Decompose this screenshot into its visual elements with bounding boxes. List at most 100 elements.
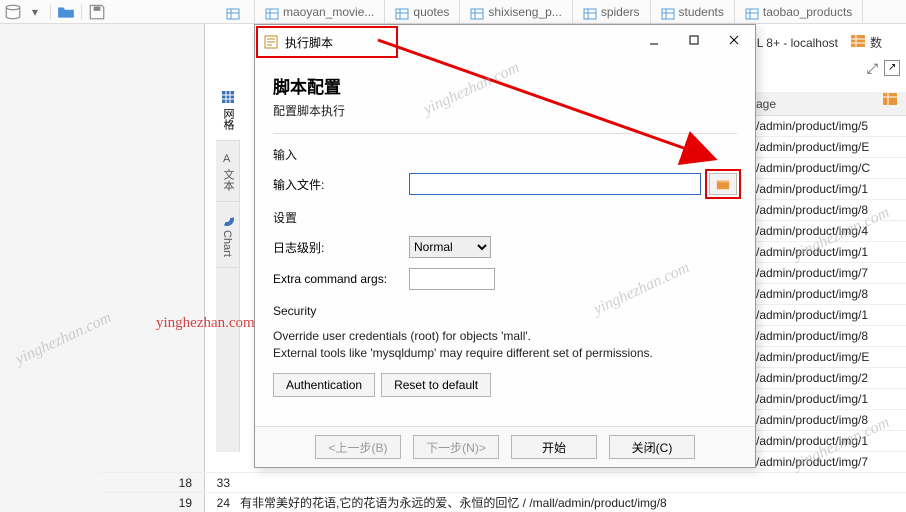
security-note: Override user credentials (root) for obj… [273,328,737,363]
table-row[interactable]: /admin/product/img/7 [752,263,906,284]
chevron-down-icon[interactable]: ▾ [26,3,44,21]
left-panel [0,24,205,512]
table-row[interactable]: /admin/product/img/2 [752,368,906,389]
table-row[interactable]: /admin/product/img/1 [752,431,906,452]
svg-text:A: A [223,153,231,165]
input-file-row: 输入文件: [273,173,737,195]
section-input-label: 输入 [273,146,737,163]
minimize-button[interactable] [637,27,671,53]
vtab-chart[interactable]: Chart [216,202,238,268]
row-idx: 19 [100,496,200,510]
table-icon [226,7,240,17]
divider [273,133,737,134]
tab-label: quotes [413,5,449,19]
extra-cmd-field[interactable] [409,268,495,290]
editor-tab[interactable]: maoyan_movie... [255,0,385,23]
vtab-grid-label: 网格 [220,108,236,130]
bottom-row-19[interactable]: 19 24 有非常美好的花语,它的花语为永远的爱、永恒的回忆 / /mall/a… [100,492,906,512]
text-icon: A [221,151,235,165]
table-row[interactable]: /admin/product/img/1 [752,389,906,410]
security-note-line2: External tools like 'mysqldump' may requ… [273,346,653,360]
section-security-label: Security [273,304,737,318]
dialog-titlebar [255,25,755,55]
right-iconbar: ⤢ [867,60,900,79]
table-icon [745,7,759,17]
section-settings-label: 设置 [273,209,737,226]
column-age-label: age [756,97,776,111]
editor-tabs: maoyan_movie... quotes shixiseng_p... spide… [216,0,906,24]
table-row[interactable]: /admin/product/img/1 [752,179,906,200]
table-icon [583,7,597,17]
extra-cmd-label: Extra command args: [273,272,401,286]
maximize-button[interactable] [677,27,711,53]
wizard-next-button[interactable]: 下一步(N)> [413,435,499,459]
close-button[interactable] [717,27,751,53]
security-buttons: Authentication Reset to default [273,373,737,397]
dialog-subheading: 配置脚本执行 [273,102,737,119]
security-note-line1: Override user credentials (root) for obj… [273,329,531,343]
table-row[interactable]: /admin/product/img/1 [752,305,906,326]
editor-tab[interactable]: spiders [573,0,651,23]
vtab-grid[interactable]: 网格 [216,80,240,141]
vtab-chart-label: Chart [221,230,233,257]
tab-label: students [679,5,724,19]
editor-tab[interactable]: students [651,0,735,23]
table-row[interactable]: /admin/product/img/8 [752,326,906,347]
table-icon [661,7,675,17]
tab-label: taobao_products [763,5,852,19]
editor-tab[interactable]: quotes [385,0,460,23]
fullscreen-icon[interactable] [884,60,900,79]
dialog-heading: 脚本配置 [273,73,737,98]
right-label: 数 [870,34,882,51]
table-row[interactable]: /admin/product/img/4 [752,221,906,242]
log-level-label: 日志级别: [273,239,401,256]
reset-default-button[interactable]: Reset to default [381,373,491,397]
row-idx: 18 [100,476,200,490]
input-file-field[interactable] [409,173,701,195]
orange-table-icon-2[interactable] [882,92,900,110]
wizard-button-bar: <上一步(B) 下一步(N)> 开始 关闭(C) [255,426,755,467]
expand-icon[interactable]: ⤢ [867,60,878,79]
wizard-prev-button[interactable]: <上一步(B) [315,435,401,459]
log-level-select[interactable]: Normal [409,236,491,258]
table-row[interactable]: /admin/product/img/5 [752,116,906,137]
table-row[interactable]: /admin/product/img/7 [752,452,906,473]
browse-file-button[interactable] [709,173,737,195]
folder-blue-icon[interactable] [57,3,75,21]
log-level-row: 日志级别: Normal [273,236,737,258]
table-icon [395,7,409,17]
row-txt: 有非常美好的花语,它的花语为永远的爱、永恒的回忆 / /mall/admin/p… [240,494,906,511]
db-icon[interactable] [4,3,22,21]
editor-tab[interactable]: taobao_products [735,0,863,23]
dialog-body: 脚本配置 配置脚本执行 输入 输入文件: 设置 日志级别: Normal Ext… [255,63,755,426]
table-row[interactable]: /admin/product/img/8 [752,410,906,431]
editor-tab[interactable] [216,0,255,23]
vertical-tabs: 网格 A 文本 Chart [216,80,240,452]
save-disk-icon[interactable] [88,3,106,21]
vtab-text-label: 文本 [220,169,236,191]
table-row[interactable]: /admin/product/img/E [752,347,906,368]
wizard-start-button[interactable]: 开始 [511,435,597,459]
wizard-close-button[interactable]: 关闭(C) [609,435,695,459]
right-data-column: /admin/product/img/5/admin/product/img/E… [752,116,906,476]
table-row[interactable]: /admin/product/img/E [752,137,906,158]
table-row[interactable]: /admin/product/img/C [752,158,906,179]
table-row[interactable]: /admin/product/img/8 [752,200,906,221]
tab-label: maoyan_movie... [283,5,374,19]
bottom-row-18[interactable]: 18 33 [100,472,906,492]
row-n: 24 [200,496,240,510]
authentication-button[interactable]: Authentication [273,373,375,397]
pie-chart-icon [220,212,234,226]
grid-icon [221,90,235,104]
editor-tab[interactable]: shixiseng_p... [460,0,572,23]
row-n: 33 [200,476,240,490]
table-row[interactable]: /admin/product/img/1 [752,242,906,263]
tab-label: shixiseng_p... [488,5,561,19]
input-file-label: 输入文件: [273,176,401,193]
tab-label: spiders [601,5,640,19]
vtab-text[interactable]: A 文本 [216,141,240,202]
table-icon [265,7,279,17]
table-row[interactable]: /admin/product/img/8 [752,284,906,305]
run-script-dialog: 执行脚本 脚本配置 配置脚本执行 输入 输入文件: 设置 日志级别: Norma… [254,24,756,468]
table-icon [470,7,484,17]
